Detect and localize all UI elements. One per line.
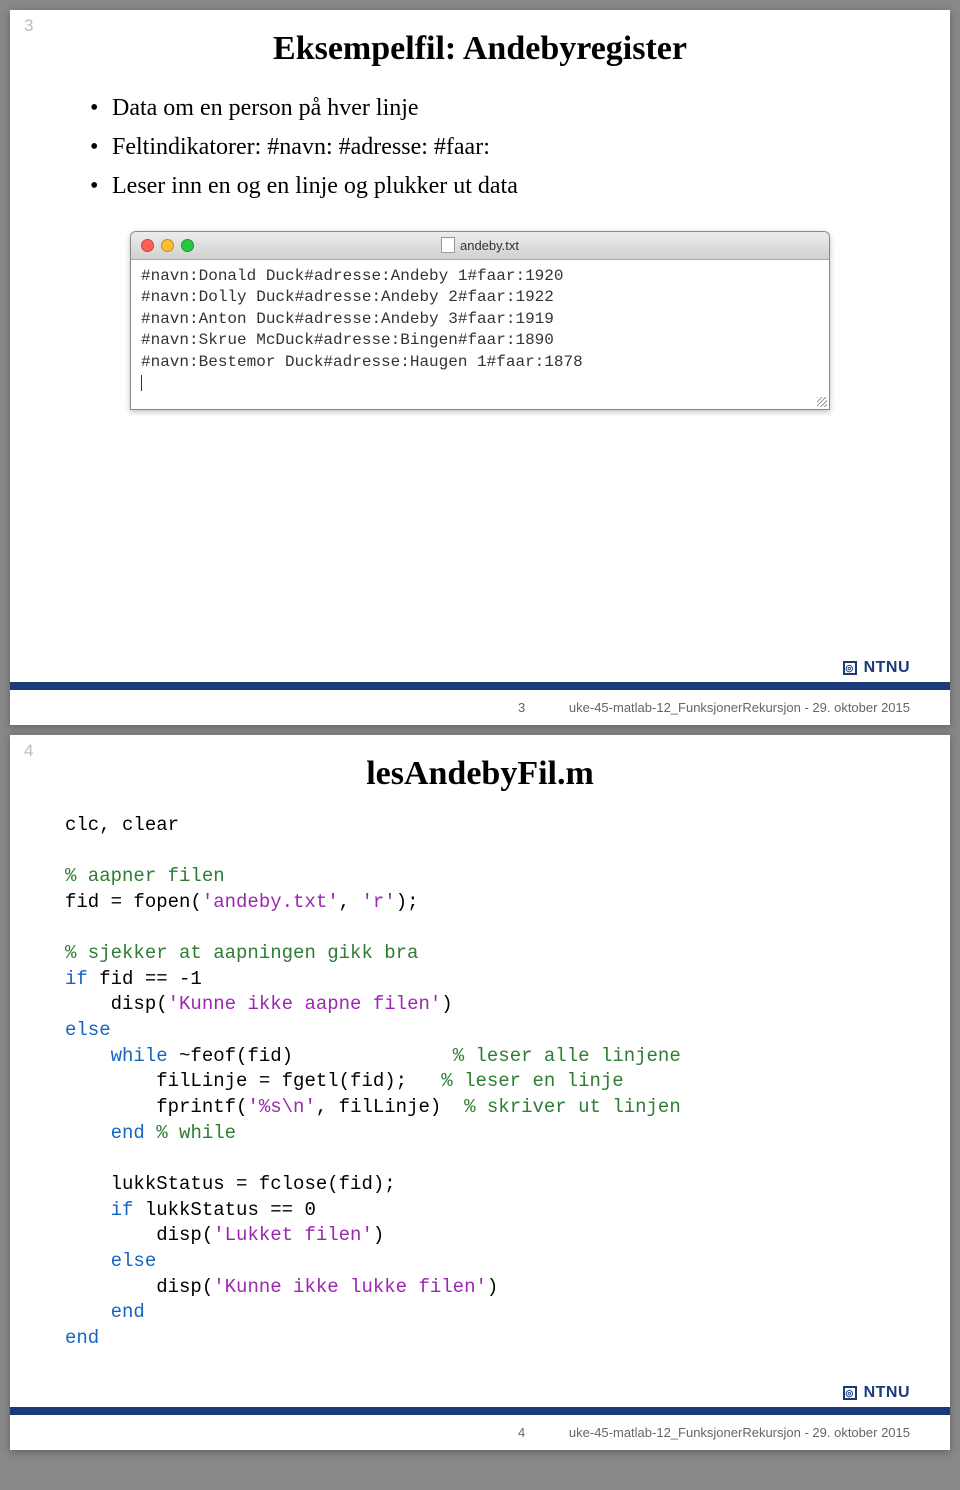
footer-divider	[10, 682, 950, 690]
minimize-icon[interactable]	[161, 239, 174, 252]
slide-title: lesAndebyFil.m	[10, 735, 950, 793]
traffic-lights	[141, 239, 194, 252]
code-keyword: else	[65, 1019, 111, 1041]
code-line: filLinje = fgetl(fid); % leser en linje	[65, 1070, 624, 1092]
text-line: #navn:Anton Duck#adresse:Andeby 3#faar:1…	[141, 309, 819, 331]
window-titlebar[interactable]: andeby.txt	[131, 232, 829, 260]
editor-window: andeby.txt #navn:Donald Duck#adresse:And…	[130, 231, 830, 411]
footer-page-number: 4	[518, 1425, 525, 1440]
code-line: else	[65, 1250, 156, 1272]
text-line: #navn:Donald Duck#adresse:Andeby 1#faar:…	[141, 266, 819, 288]
code-block: clc, clear % aapner filen fid = fopen('a…	[10, 793, 950, 1351]
ntnu-logo: ◎ NTNU	[843, 1384, 910, 1402]
code-line: disp('Lukket filen')	[65, 1224, 384, 1246]
document-icon	[441, 237, 455, 253]
bullet-item: Leser inn en og en linje og plukker ut d…	[90, 168, 950, 205]
code-line: clc, clear	[65, 814, 179, 836]
footer-caption: uke-45-matlab-12_FunksjonerRekursjon - 2…	[569, 1425, 910, 1440]
code-comment: % aapner filen	[65, 865, 225, 887]
resize-grip-icon[interactable]	[815, 395, 829, 409]
close-icon[interactable]	[141, 239, 154, 252]
bullet-list: Data om en person på hver linje Feltindi…	[10, 90, 950, 206]
slide-title: Eksempelfil: Andebyregister	[10, 10, 950, 68]
code-comment: % sjekker at aapningen gikk bra	[65, 942, 418, 964]
code-line: end	[65, 1301, 145, 1323]
footer-divider	[10, 1407, 950, 1415]
editor-window-wrap: andeby.txt #navn:Donald Duck#adresse:And…	[10, 231, 950, 411]
zoom-icon[interactable]	[181, 239, 194, 252]
bullet-item: Feltindikatorer: #navn: #adresse: #faar:	[90, 129, 950, 166]
code-line: if lukkStatus == 0	[65, 1199, 316, 1221]
text-line: #navn:Dolly Duck#adresse:Andeby 2#faar:1…	[141, 287, 819, 309]
text-line: #navn:Skrue McDuck#adresse:Bingen#faar:1…	[141, 330, 819, 352]
footer-text: 3 uke-45-matlab-12_FunksjonerRekursjon -…	[518, 700, 910, 715]
code-keyword: end	[65, 1327, 99, 1349]
slide-2: 4 lesAndebyFil.m clc, clear % aapner fil…	[10, 735, 950, 1450]
footer-text: 4 uke-45-matlab-12_FunksjonerRekursjon -…	[518, 1425, 910, 1440]
window-title: andeby.txt	[441, 237, 519, 253]
code-line: if fid == -1	[65, 968, 202, 990]
code-line: end % while	[65, 1122, 236, 1144]
slide-number: 4	[24, 741, 33, 761]
code-line: disp('Kunne ikke lukke filen')	[65, 1276, 498, 1298]
code-line: fprintf('%s\n', filLinje) % skriver ut l…	[65, 1096, 681, 1118]
slide-number: 3	[24, 16, 33, 36]
code-line: fid = fopen('andeby.txt', 'r');	[65, 891, 419, 913]
code-line: lukkStatus = fclose(fid);	[65, 1173, 396, 1195]
code-line: disp('Kunne ikke aapne filen')	[65, 993, 453, 1015]
text-line: #navn:Bestemor Duck#adresse:Haugen 1#faa…	[141, 352, 819, 374]
editor-content[interactable]: #navn:Donald Duck#adresse:Andeby 1#faar:…	[131, 260, 829, 410]
footer-page-number: 3	[518, 700, 525, 715]
filename-label: andeby.txt	[460, 238, 519, 253]
bullet-item: Data om en person på hver linje	[90, 90, 950, 127]
ntnu-logo: ◎ NTNU	[843, 659, 910, 677]
slide-1: 3 Eksempelfil: Andebyregister Data om en…	[10, 10, 950, 725]
code-line: while ~feof(fid) % leser alle linjene	[65, 1045, 681, 1067]
footer-caption: uke-45-matlab-12_FunksjonerRekursjon - 2…	[569, 700, 910, 715]
cursor-line	[141, 374, 819, 396]
